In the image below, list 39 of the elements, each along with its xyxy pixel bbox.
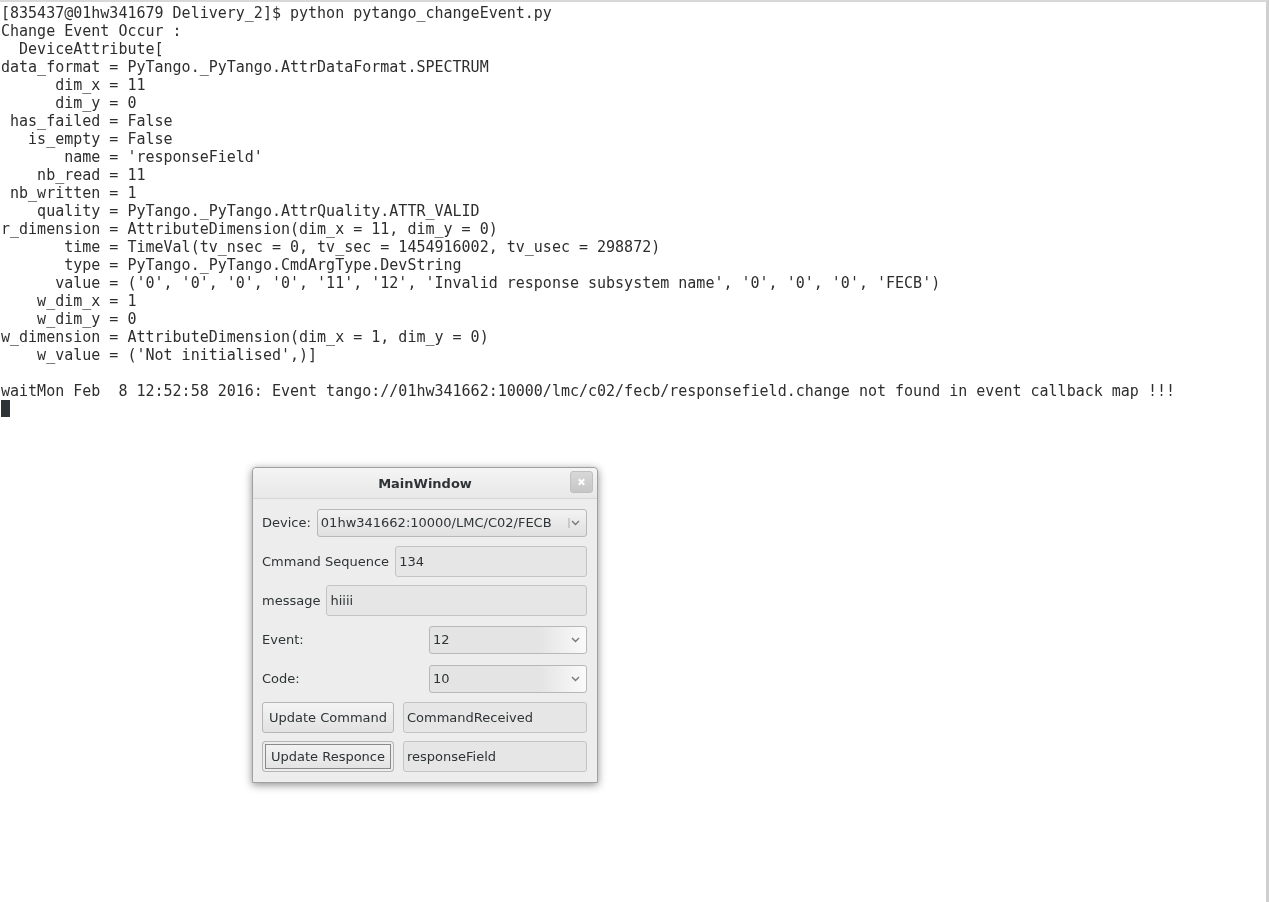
terminal-line: waitMon Feb 8 12:52:58 2016: Event tango://01hw341662:10000/lmc/c02/fecb/responsefield.change not found in event callback map !!! bbox=[1, 382, 1175, 400]
input-field[interactable]: hiiii bbox=[326, 585, 587, 616]
terminal-line: w_dim_y = 0 bbox=[36, 310, 137, 328]
terminal-line: Change Event Occur : bbox=[1, 22, 182, 40]
terminal-line: w_dim_x = 1 bbox=[36, 292, 137, 310]
terminal-line: has_failed = False bbox=[9, 112, 173, 130]
update-button[interactable]: Update Command bbox=[262, 702, 394, 733]
caret-icon bbox=[568, 517, 582, 528]
input-field[interactable]: responseField bbox=[403, 741, 587, 772]
terminal-line: is_empty = False bbox=[27, 130, 173, 148]
close-icon[interactable] bbox=[570, 471, 593, 493]
window-title: MainWindow bbox=[378, 475, 472, 491]
dropdown[interactable]: 12 bbox=[429, 625, 587, 654]
field-label: Cmmand Sequence bbox=[262, 554, 390, 569]
terminal-line: name = 'responseField' bbox=[63, 148, 263, 166]
update-button[interactable]: Update Responce bbox=[262, 741, 394, 772]
terminal-line: type = PyTango._PyTango.CmdArgType.DevString bbox=[63, 256, 462, 274]
terminal-line: dim_y = 0 bbox=[54, 94, 137, 112]
device-label: Device: bbox=[262, 515, 311, 530]
field-label: message bbox=[262, 593, 321, 608]
input-field[interactable]: CommandReceived bbox=[403, 702, 587, 733]
device-dropdown[interactable]: 01hw341662:10000/LMC/C02/FECB bbox=[316, 508, 587, 537]
input-field[interactable]: 134 bbox=[395, 546, 587, 577]
field-label: Event: bbox=[262, 632, 304, 647]
terminal-line: w_dimension = AttributeDimension(dim_x = 1, dim_y = 0) bbox=[1, 328, 489, 346]
cursor-block bbox=[1, 400, 10, 417]
terminal-line: quality = PyTango._PyTango.AttrQuality.ATTR_VALID bbox=[36, 202, 480, 220]
terminal-line: r_dimension = AttributeDimension(dim_x = 11, dim_y = 0) bbox=[1, 220, 498, 238]
terminal-line: data_format = PyTango._PyTango.AttrDataFormat.SPECTRUM bbox=[1, 58, 489, 76]
terminal-line: value = ('0', '0', '0', '0', '11', '12', 'Invalid response subsystem name', '0', '0', '0', 'FECB') bbox=[54, 274, 941, 292]
terminal-line: nb_read = 11 bbox=[36, 166, 146, 184]
terminal-line: DeviceAttribute[ bbox=[18, 40, 164, 58]
terminal-line: time = TimeVal(tv_nsec = 0, tv_sec = 1454916002, tv_usec = 298872) bbox=[63, 238, 661, 256]
terminal-line: [835437@01hw341679 Delivery_2]$ python pytango_changeEvent.py bbox=[1, 4, 552, 22]
field-label: Code: bbox=[262, 671, 300, 686]
terminal-line: nb_written = 1 bbox=[9, 184, 137, 202]
terminal-line: dim_x = 11 bbox=[54, 76, 146, 94]
terminal-line: w_value = ('Not initialised',)] bbox=[36, 346, 318, 364]
dropdown[interactable]: 10 bbox=[429, 664, 587, 693]
